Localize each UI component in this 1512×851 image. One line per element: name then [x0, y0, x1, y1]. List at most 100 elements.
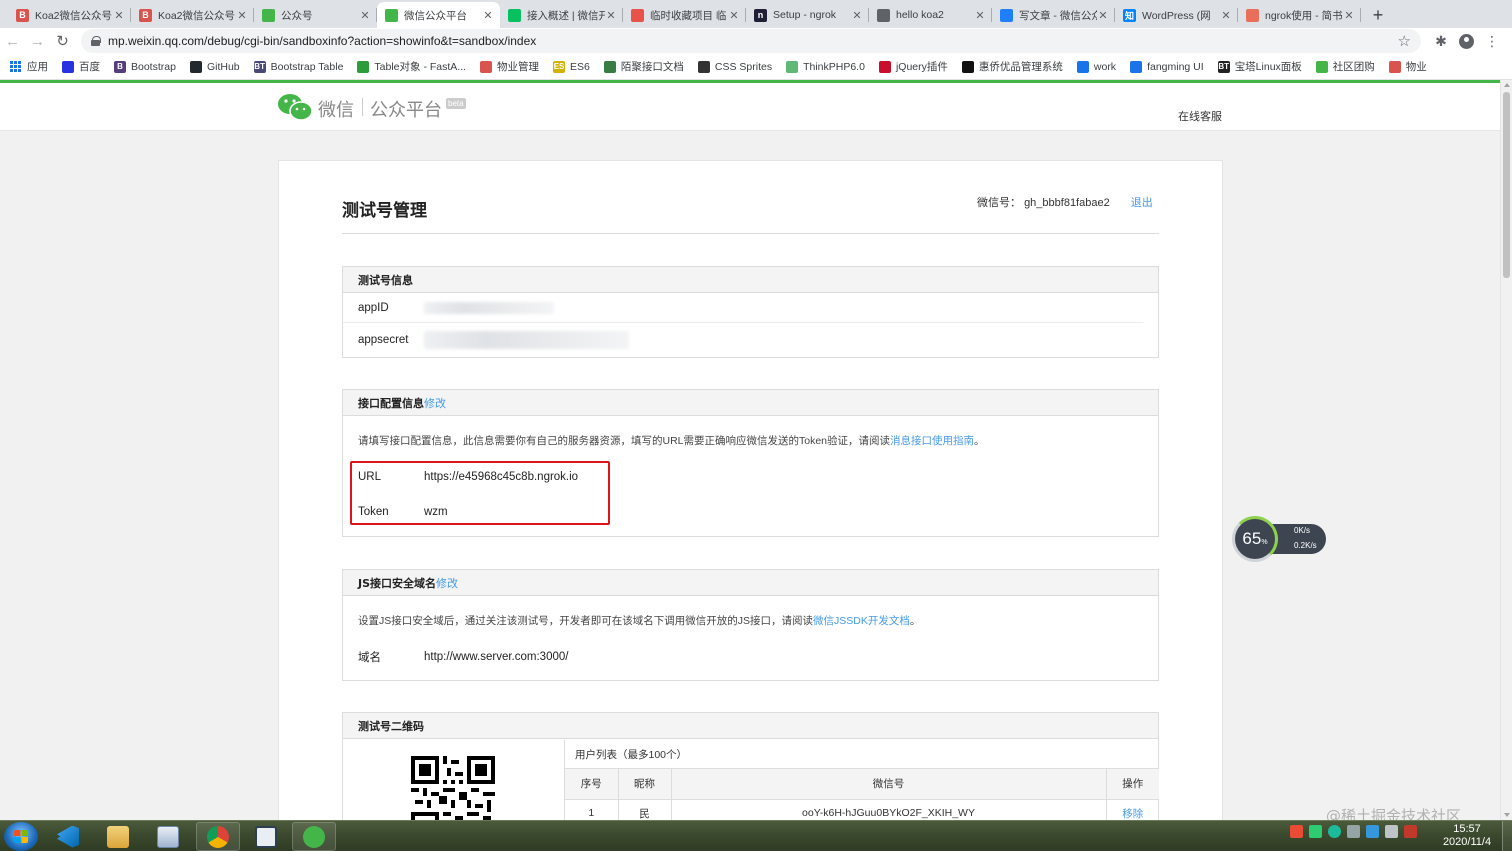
forward-icon[interactable]: → [25, 28, 50, 54]
mute-icon[interactable] [1404, 825, 1417, 838]
tab-close-icon[interactable]: ✕ [851, 9, 863, 22]
bookmark-item[interactable]: 应用 [10, 59, 48, 74]
js-domain-edit-link[interactable]: 修改 [436, 575, 458, 591]
bookmark-item[interactable]: 百度 [62, 59, 100, 74]
keyboard-icon[interactable] [1366, 825, 1379, 838]
browser-tab[interactable]: 公众号 ✕ [254, 2, 377, 28]
extensions-icon[interactable]: ✱ [1433, 33, 1449, 49]
tab-close-icon[interactable]: ✕ [728, 9, 740, 22]
bookmark-label: 陌聚接口文档 [620, 61, 684, 73]
browser-tab[interactable]: hello koa2 ✕ [869, 2, 992, 28]
tray-app-icon[interactable] [1309, 825, 1322, 838]
bookmark-item[interactable]: 社区团购 [1315, 59, 1375, 74]
bookmark-item[interactable]: Table对象 - FastA... [357, 59, 466, 74]
start-button[interactable] [4, 822, 38, 851]
wechat-taskbar-icon[interactable] [292, 822, 336, 851]
panel-title: 测试号信息 [343, 267, 1158, 293]
tab-close-icon[interactable]: ✕ [1343, 9, 1355, 22]
tab-close-icon[interactable]: ✕ [605, 9, 617, 22]
bookmark-item[interactable]: BT 宝塔Linux面板 [1217, 59, 1302, 74]
menu-kebab-icon[interactable]: ⋮ [1484, 33, 1500, 49]
bookmark-item[interactable]: work [1076, 60, 1117, 73]
interface-config-edit-link[interactable]: 修改 [424, 395, 446, 411]
browser-tab[interactable]: n Setup - ngrok ✕ [746, 2, 869, 28]
tab-close-icon[interactable]: ✕ [113, 9, 125, 22]
address-bar[interactable]: mp.weixin.qq.com/debug/cgi-bin/sandboxin… [81, 29, 1421, 53]
sogou-input-icon[interactable] [1290, 825, 1303, 838]
logout-link[interactable]: 退出 [1131, 197, 1153, 209]
remove-user-link[interactable]: 移除 [1106, 799, 1159, 820]
brand-name[interactable]: 微信 [318, 96, 354, 122]
speaker-icon[interactable] [1347, 825, 1360, 838]
bookmark-item[interactable]: jQuery插件 [878, 59, 948, 74]
back-icon[interactable]: ← [0, 28, 25, 54]
appid-label: appID [358, 301, 389, 314]
bookmark-item[interactable]: BT Bootstrap Table [253, 60, 343, 73]
jssdk-doc-link[interactable]: 微信JSSDK开发文档 [813, 615, 910, 627]
vscode-taskbar-icon[interactable] [46, 822, 90, 851]
upload-speed: 0K/s [1294, 526, 1311, 535]
network-speed-widget[interactable]: 65% 0K/s 0.2K/s [1232, 516, 1326, 562]
user-table-header: 序号 昵称 微信号 操作 [565, 769, 1159, 800]
network-icon[interactable] [1385, 825, 1398, 838]
user-nickname: 民 [618, 799, 672, 820]
lock-icon[interactable] [91, 36, 101, 46]
online-service-link[interactable]: 在线客服 [1178, 108, 1222, 124]
browser-tab[interactable]: B Koa2微信公众号 ✕ [131, 2, 254, 28]
brand-divider [362, 98, 363, 116]
platform-name[interactable]: 公众平台 [370, 96, 442, 122]
interface-desc-end: 。 [974, 435, 985, 447]
vertical-scrollbar[interactable] [1500, 80, 1512, 820]
tab-close-icon[interactable]: ✕ [1220, 9, 1232, 22]
bookmark-item[interactable]: ThinkPHP6.0 [786, 60, 865, 73]
profile-avatar-icon[interactable] [1459, 33, 1474, 49]
browser-tab[interactable]: B Koa2微信公众号 ✕ [8, 2, 131, 28]
bookmark-item[interactable]: 惠侨优品管理系统 [961, 59, 1063, 74]
tab-close-icon[interactable]: ✕ [1097, 9, 1109, 22]
browser-tab[interactable]: 接入概述 | 微信开 ✕ [500, 2, 623, 28]
appsecret-value-blurred [424, 330, 629, 349]
bookmark-item[interactable]: ES ES6 [553, 60, 590, 73]
token-label: Token [358, 506, 389, 518]
scrollbar-thumb[interactable] [1503, 92, 1510, 278]
domain-label: 域名 [358, 652, 381, 664]
window-app-taskbar-icon[interactable] [244, 822, 288, 851]
new-tab-icon[interactable]: + [1365, 2, 1391, 28]
wechat-tray-icon[interactable] [1328, 825, 1341, 838]
browser-tab[interactable]: 临时收藏项目 临 ✕ [623, 2, 746, 28]
browser-tab[interactable]: 微信公众平台 ✕ [377, 2, 500, 28]
browser-tab[interactable]: 知 WordPress (网 ✕ [1115, 2, 1238, 28]
scroll-down-icon[interactable] [1504, 813, 1510, 817]
col-wechat-id: 微信号 [671, 769, 1107, 800]
bookmark-item[interactable]: 物业管理 [480, 59, 539, 74]
bookmark-item[interactable]: B Bootstrap [114, 60, 176, 73]
speed-percent-unit: % [1261, 538, 1268, 546]
scroll-up-icon[interactable] [1504, 83, 1510, 87]
bookmark-item[interactable]: GitHub [189, 60, 240, 73]
show-desktop-button[interactable] [1502, 821, 1512, 851]
chrome-taskbar-icon[interactable] [196, 822, 240, 851]
bookmark-star-icon[interactable]: ☆ [1398, 32, 1411, 50]
reload-icon[interactable]: ↻ [50, 28, 75, 54]
file-explorer-taskbar-icon[interactable] [96, 822, 140, 851]
bookmarks-bar: 应用 百度 B Bootstrap GitHub BT Bootstrap Table Tab… [0, 54, 1512, 80]
account-value: gh_bbbf81fabae2 [1024, 197, 1110, 209]
message-api-guide-link[interactable]: 消息接口使用指南 [890, 435, 974, 447]
system-clock[interactable]: 15:57 2020/11/4 [1434, 823, 1500, 849]
qrcode-image [411, 756, 495, 820]
tab-favicon-icon [385, 8, 398, 22]
bookmark-item[interactable]: CSS Sprites [697, 60, 772, 73]
address-url[interactable]: mp.weixin.qq.com/debug/cgi-bin/sandboxin… [108, 34, 536, 48]
tab-close-icon[interactable]: ✕ [482, 9, 494, 22]
tab-close-icon[interactable]: ✕ [236, 9, 248, 22]
browser-tab[interactable]: ngrok使用 - 简书 ✕ [1238, 2, 1361, 28]
tab-close-icon[interactable]: ✕ [974, 9, 986, 22]
tab-close-icon[interactable]: ✕ [359, 9, 371, 22]
col-action: 操作 [1106, 769, 1159, 800]
bookmark-label: work [1093, 60, 1117, 73]
word-taskbar-icon[interactable] [146, 822, 190, 851]
browser-tab[interactable]: 写文章 - 微信公众 ✕ [992, 2, 1115, 28]
bookmark-item[interactable]: 物业 [1388, 59, 1427, 74]
bookmark-item[interactable]: 陌聚接口文档 [603, 59, 684, 74]
bookmark-item[interactable]: fangming UI [1130, 60, 1204, 73]
